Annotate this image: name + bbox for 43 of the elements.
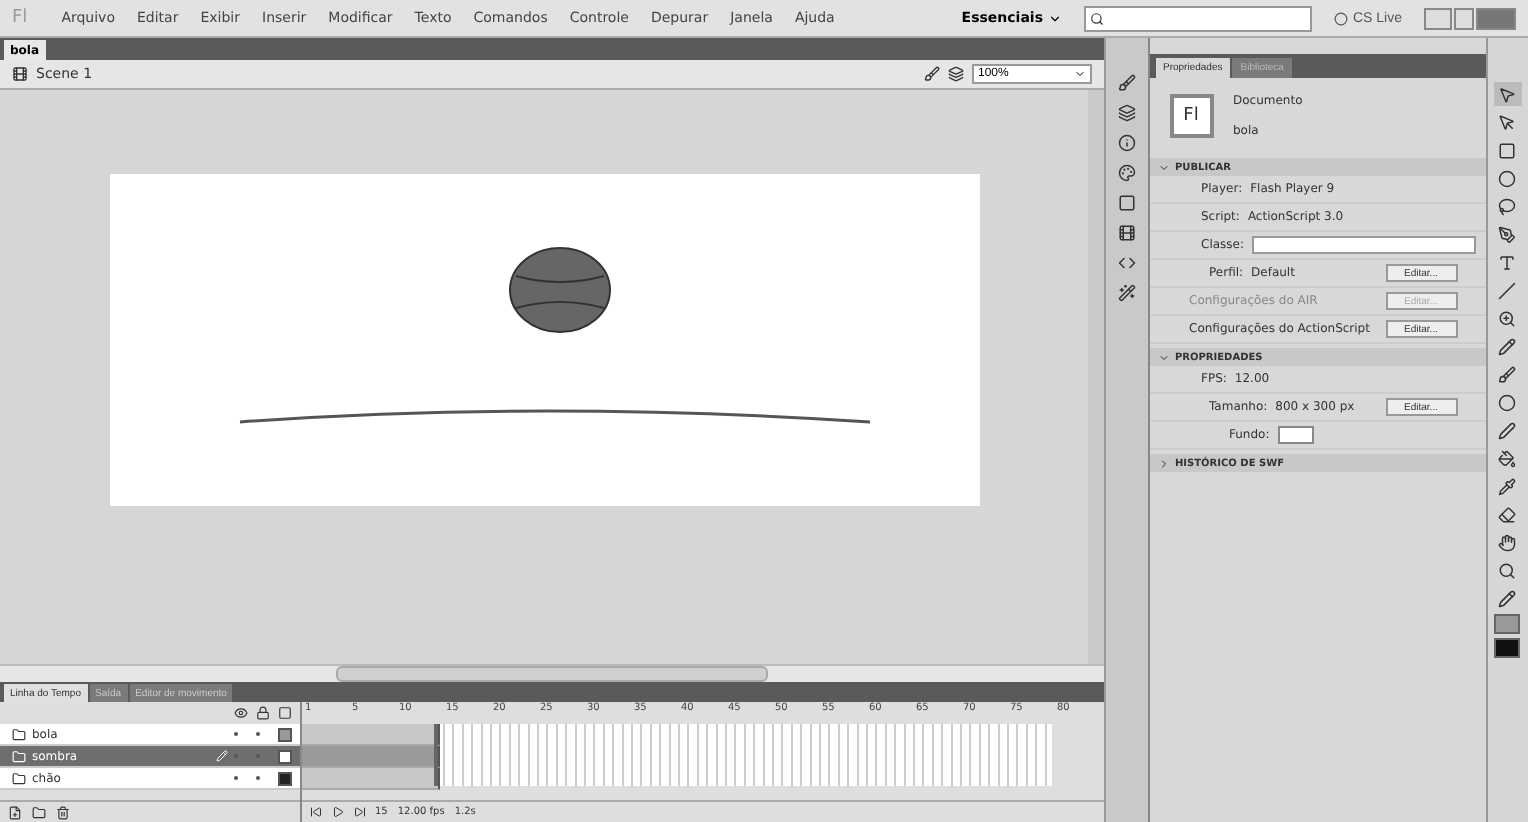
wand-icon[interactable]: [1117, 284, 1136, 302]
lock-icon[interactable]: [255, 706, 269, 720]
frame-grid[interactable]: [301, 724, 1051, 786]
layer-icon: [12, 749, 26, 763]
scrollbar-thumb[interactable]: [336, 666, 768, 682]
film-icon[interactable]: [1117, 224, 1136, 242]
pencil-icon: [215, 750, 227, 762]
app-logo: Fl: [12, 8, 28, 28]
first-frame-icon[interactable]: [309, 806, 321, 818]
class-field[interactable]: [1252, 236, 1476, 254]
chevron-icon: [1157, 457, 1169, 469]
minimize-button[interactable]: [1424, 7, 1452, 29]
new-layer-icon[interactable]: [8, 805, 22, 819]
selection-icon[interactable]: [1493, 82, 1522, 106]
edit-symbol-icon[interactable]: [948, 66, 964, 82]
fill-color[interactable]: [1494, 638, 1521, 658]
ball-drawing: [508, 246, 612, 334]
caret-icon: [1048, 11, 1063, 25]
layer-icon: [12, 727, 26, 741]
play-icon[interactable]: [331, 806, 343, 818]
close-button[interactable]: [1476, 7, 1516, 29]
color-swatch[interactable]: [1277, 426, 1314, 444]
new-folder-icon[interactable]: [32, 805, 46, 819]
scene-icon: [12, 66, 28, 82]
chevron-icon: [1157, 351, 1169, 363]
stroke-color[interactable]: [1494, 614, 1521, 634]
maximize-button[interactable]: [1454, 7, 1474, 29]
square-icon[interactable]: [1117, 194, 1136, 212]
search-field[interactable]: [1084, 5, 1313, 31]
layer-icon: [12, 771, 26, 785]
chevron-icon: [1157, 161, 1169, 173]
outline-icon[interactable]: [277, 706, 291, 720]
trash-icon[interactable]: [56, 805, 70, 819]
code-icon[interactable]: [1117, 254, 1136, 272]
brush-icon[interactable]: [1117, 74, 1136, 92]
edit-scene-icon[interactable]: [924, 66, 940, 82]
last-frame-icon[interactable]: [353, 806, 365, 818]
color-icon[interactable]: [1117, 164, 1136, 182]
circle-icon: [1334, 11, 1349, 25]
caret-icon: [1074, 68, 1086, 80]
document-icon: Fl: [1169, 94, 1213, 138]
eye-icon[interactable]: [233, 706, 247, 720]
search-icon: [1090, 11, 1105, 25]
